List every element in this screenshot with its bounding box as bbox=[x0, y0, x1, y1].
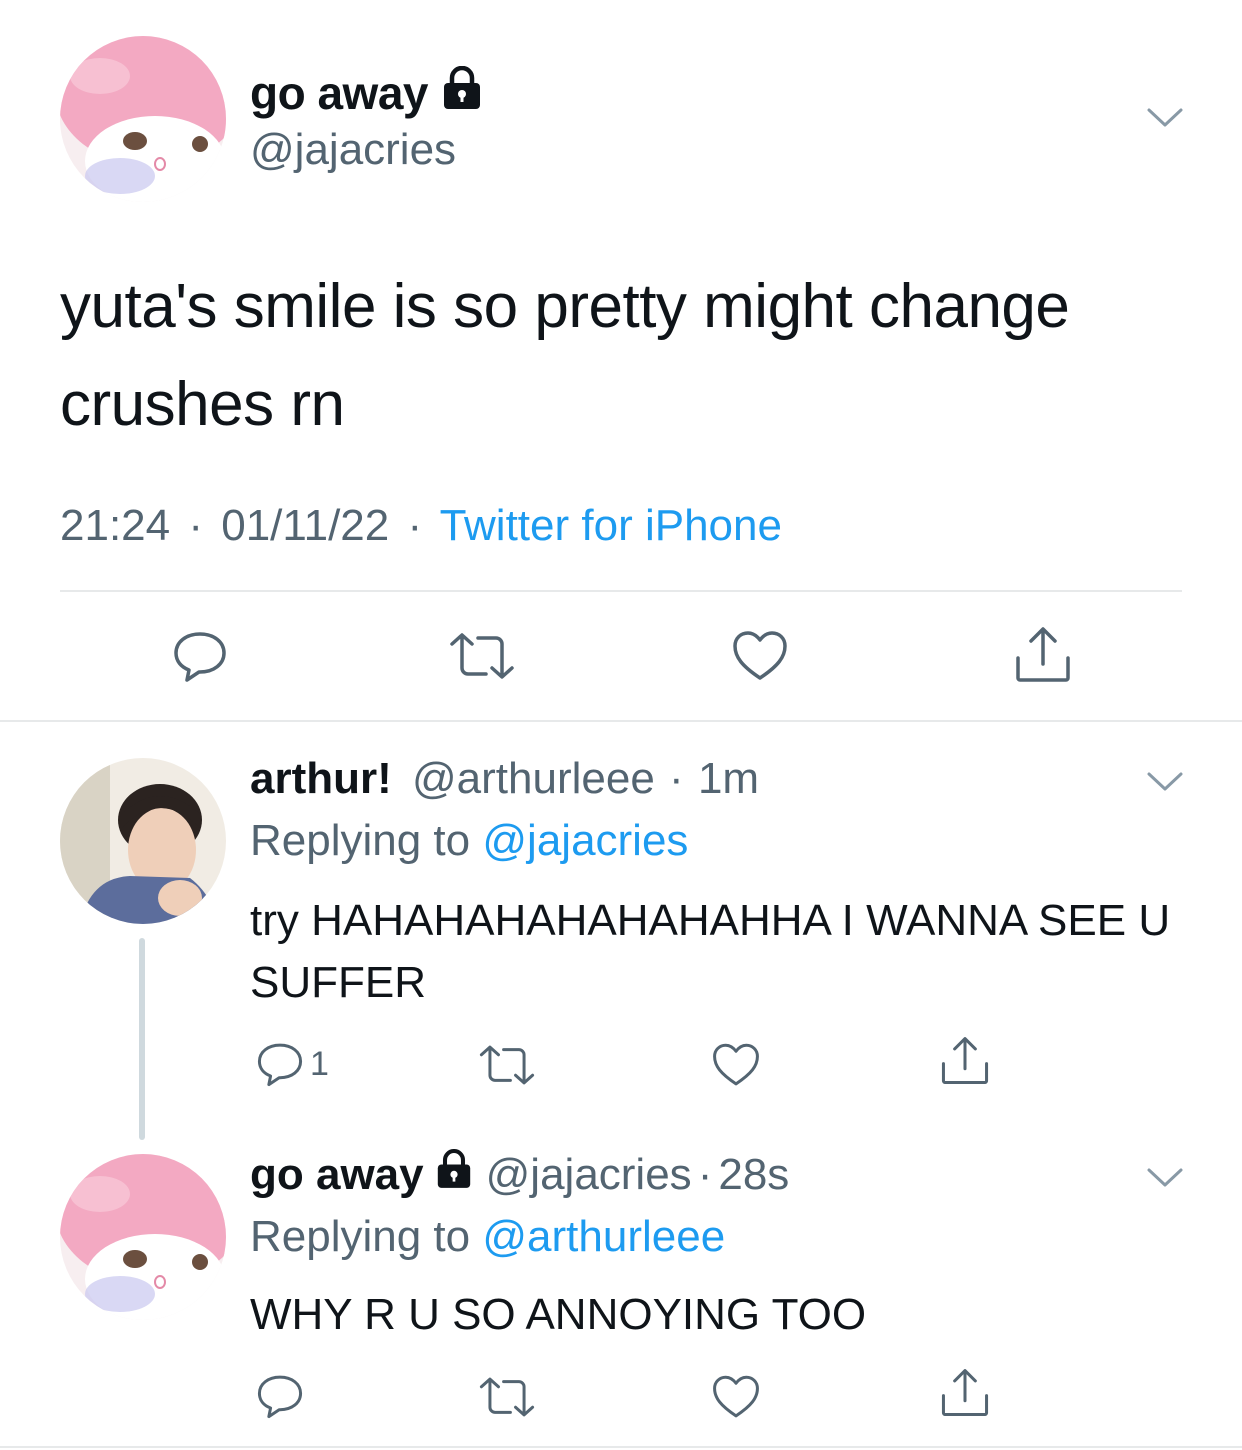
retweet-icon bbox=[450, 633, 514, 679]
replying-to: Replying to @arthurleee bbox=[250, 1210, 725, 1264]
like-icon bbox=[713, 1375, 759, 1418]
like-button[interactable] bbox=[712, 1374, 760, 1420]
divider bbox=[0, 720, 1242, 722]
share-button[interactable] bbox=[940, 1368, 990, 1418]
chevron-down-icon[interactable] bbox=[1146, 106, 1184, 135]
replying-prefix: Replying to bbox=[250, 1212, 471, 1261]
chevron-down-icon[interactable] bbox=[1146, 770, 1184, 799]
tweet-text: yuta's smile is so pretty might change c… bbox=[60, 272, 1070, 439]
meta-separator: · bbox=[669, 754, 684, 803]
meta-separator: · bbox=[407, 501, 423, 550]
avatar-reply-2[interactable] bbox=[60, 1154, 226, 1320]
thread-connector bbox=[139, 938, 145, 1140]
reply-age: 28s bbox=[718, 1150, 790, 1199]
replying-to-link[interactable]: @jajacries bbox=[482, 816, 688, 865]
replying-prefix: Replying to bbox=[250, 816, 471, 865]
reply-count: 1 bbox=[310, 1044, 329, 1083]
arthur-avatar-photo bbox=[60, 758, 226, 924]
reply-author-name[interactable]: arthur! bbox=[250, 754, 392, 803]
retweet-icon bbox=[479, 1377, 535, 1417]
retweet-button[interactable] bbox=[478, 1044, 536, 1086]
reply-button[interactable]: 1 bbox=[256, 1040, 329, 1088]
divider bbox=[0, 1446, 1242, 1448]
author-handle[interactable]: @jajacries bbox=[250, 124, 456, 176]
replying-to-link[interactable]: @arthurleee bbox=[482, 1212, 725, 1261]
share-icon bbox=[941, 1037, 989, 1085]
reply-button[interactable] bbox=[256, 1372, 304, 1420]
share-button[interactable] bbox=[940, 1036, 990, 1086]
my-melody-avatar-art bbox=[60, 1154, 226, 1320]
meta-separator: · bbox=[697, 1150, 713, 1199]
meta-separator: · bbox=[188, 501, 203, 550]
lock-icon bbox=[442, 65, 482, 122]
share-icon bbox=[941, 1369, 989, 1417]
like-button[interactable] bbox=[712, 1042, 760, 1088]
tweet-date: 01/11/22 bbox=[221, 501, 390, 550]
reply-icon bbox=[257, 1375, 303, 1419]
like-icon bbox=[733, 631, 787, 680]
my-melody-avatar-art bbox=[60, 36, 226, 202]
author-name-row[interactable]: go away bbox=[250, 64, 482, 122]
reply-author-handle[interactable]: @arthurleee bbox=[412, 754, 655, 803]
retweet-icon bbox=[479, 1045, 535, 1085]
retweet-button[interactable] bbox=[478, 1376, 536, 1418]
reply-icon bbox=[257, 1043, 303, 1087]
divider bbox=[60, 590, 1182, 592]
reply-icon bbox=[174, 632, 226, 682]
avatar-main[interactable] bbox=[60, 36, 226, 202]
reply-author-name[interactable]: go away bbox=[250, 1148, 424, 1202]
reply-text: try HAHAHAHAHAHAHAHHA I WANNA SEE U SUFF… bbox=[250, 896, 1171, 1007]
replying-to: Replying to @jajacries bbox=[250, 814, 688, 868]
lock-icon bbox=[436, 1148, 472, 1202]
tweet-source-link[interactable]: Twitter for iPhone bbox=[440, 501, 782, 550]
share-icon bbox=[1016, 627, 1070, 682]
author-display-name: go away bbox=[250, 67, 429, 119]
chevron-down-icon[interactable] bbox=[1146, 1166, 1184, 1195]
like-button[interactable] bbox=[732, 630, 788, 682]
retweet-button[interactable] bbox=[448, 632, 516, 680]
tweet-meta: 21:24 · 01/11/22 · Twitter for iPhone bbox=[60, 500, 782, 552]
reply-age: 1m bbox=[697, 754, 760, 803]
reply-author-handle[interactable]: @jajacries bbox=[486, 1148, 692, 1202]
reply-header: go away @jajacries · 28s bbox=[250, 1148, 789, 1202]
like-icon bbox=[713, 1043, 759, 1086]
avatar-reply-1[interactable] bbox=[60, 758, 226, 924]
reply-header: arthur! @arthurleee · 1m bbox=[250, 752, 759, 806]
reply-text: WHY R U SO ANNOYING TOO bbox=[250, 1290, 867, 1339]
tweet-time: 21:24 bbox=[60, 501, 171, 550]
reply-button[interactable] bbox=[172, 628, 228, 684]
share-button[interactable] bbox=[1014, 626, 1072, 684]
